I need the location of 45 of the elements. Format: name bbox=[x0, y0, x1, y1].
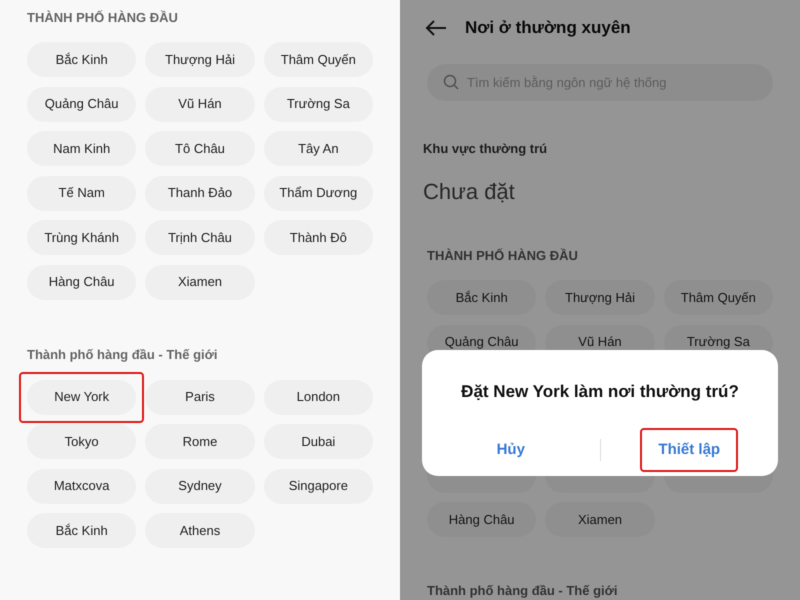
city-chip[interactable]: Vũ Hán bbox=[145, 86, 255, 122]
dialog-button[interactable]: Hủy bbox=[480, 428, 541, 472]
city-chip[interactable]: Thanh Đảo bbox=[145, 176, 255, 210]
city-chip[interactable]: Bắc Kinh bbox=[427, 280, 536, 315]
city-chip[interactable]: Paris bbox=[145, 380, 255, 414]
city-chip[interactable]: Tế Nam bbox=[27, 176, 136, 210]
city-chip[interactable]: Thượng Hải bbox=[145, 42, 255, 77]
section-title: Thành phố hàng đầu - Thế giới bbox=[27, 346, 218, 362]
section-title: Thành phố hàng đầu - Thế giới bbox=[427, 582, 618, 600]
city-chip[interactable]: Matxcova bbox=[27, 468, 136, 504]
back-arrow-icon[interactable] bbox=[425, 20, 447, 36]
city-chip[interactable]: Trùng Khánh bbox=[27, 220, 136, 255]
city-chip[interactable]: New York bbox=[19, 372, 144, 422]
city-chip[interactable]: Xiamen bbox=[545, 502, 655, 537]
city-chip[interactable]: Thẩm Dương bbox=[264, 176, 373, 210]
field-label: Khu vực thường trú bbox=[423, 140, 548, 158]
city-chip[interactable]: Hàng Châu bbox=[27, 264, 136, 300]
city-chip[interactable]: Bắc Kinh bbox=[27, 513, 136, 548]
city-chip[interactable]: Bắc Kinh bbox=[27, 42, 136, 77]
search-icon bbox=[443, 74, 459, 90]
city-chip[interactable]: Singapore bbox=[264, 468, 373, 504]
city-chip[interactable]: Tô Châu bbox=[145, 131, 255, 166]
city-chip[interactable]: Thâm Quyến bbox=[664, 280, 773, 315]
city-chip[interactable]: Quảng Châu bbox=[27, 86, 136, 122]
city-chip[interactable]: Thâm Quyến bbox=[264, 42, 373, 77]
city-chip[interactable]: Thành Đô bbox=[264, 220, 373, 255]
city-chip[interactable]: Tây An bbox=[264, 131, 373, 166]
dialog-button[interactable]: Thiết lập bbox=[640, 428, 738, 472]
dialog-message: Đặt New York làm nơi thường trú? bbox=[460, 380, 740, 403]
city-chip[interactable]: Trịnh Châu bbox=[145, 220, 255, 255]
city-chip[interactable]: Tokyo bbox=[27, 424, 136, 459]
city-chip[interactable]: Xiamen bbox=[145, 264, 255, 300]
section-title: THÀNH PHỐ HÀNG ĐẦU bbox=[27, 9, 179, 26]
city-chip[interactable]: Trường Sa bbox=[264, 86, 373, 122]
city-chip[interactable]: Dubai bbox=[264, 424, 373, 459]
city-chip[interactable]: London bbox=[264, 380, 373, 414]
city-chip[interactable]: Sydney bbox=[145, 468, 255, 504]
city-chip[interactable]: Thượng Hải bbox=[545, 280, 655, 315]
city-chip[interactable]: Hàng Châu bbox=[427, 502, 536, 537]
section-title: THÀNH PHỐ HÀNG ĐẦU bbox=[427, 246, 579, 264]
city-chip[interactable]: Rome bbox=[145, 424, 255, 459]
city-chip[interactable]: Athens bbox=[145, 513, 255, 548]
page-title: Nơi ở thường xuyên bbox=[465, 17, 631, 40]
residence-value: Chưa đặt bbox=[423, 178, 516, 206]
city-chip[interactable]: Nam Kinh bbox=[27, 131, 136, 166]
